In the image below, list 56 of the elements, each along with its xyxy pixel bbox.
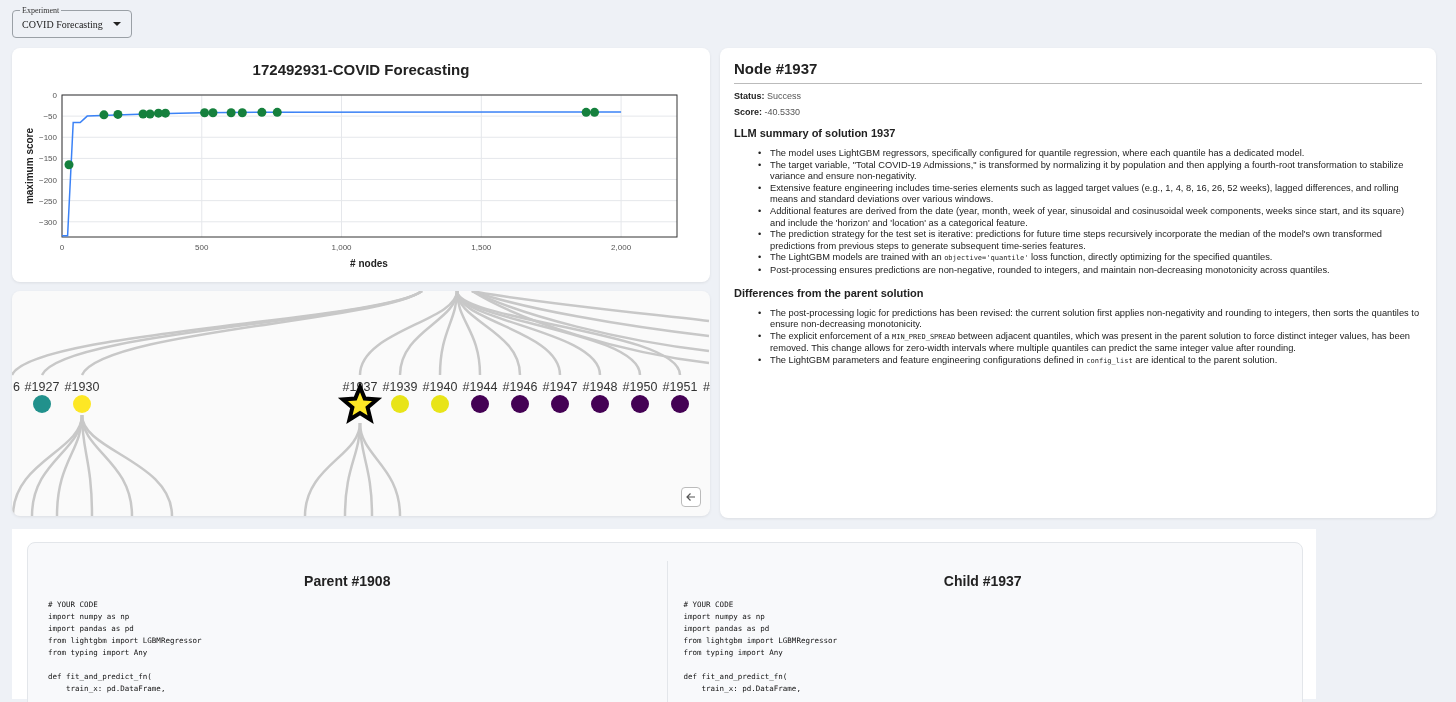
bullet-text: The post-processing logic for predictions has been revised: the current solution first applies non-negativity and rounding to integers, then sorts the quantiles to ensure non-decreasing monotonicity. (770, 307, 1421, 331)
node-label: #1946 (502, 380, 538, 394)
y-tick-label: −300 (38, 217, 57, 227)
node-label: #1944 (462, 380, 498, 394)
chart-title: 172492931-COVID Forecasting (252, 61, 470, 80)
bullet-text: Additional features are derived from the date (year, month, week of year, sinusoidal and cosinusoidal week components, weeks since start, and its square) and include the 'horizon' and 'location' as a categorical feature. (770, 205, 1406, 230)
bullet-text: Extensive feature engineering includes time-series elements such as lagged target values (e.g., 1, 4, 8, 16, 26, 52 weeks), lagged differences, and rolling means and standard deviations over various windows. (770, 182, 1400, 206)
status-value: Success (767, 91, 802, 101)
score-label: Score: (734, 107, 762, 117)
node-label: #1947 (542, 380, 578, 394)
bullet-marker: • (758, 264, 763, 277)
node-title: Node #1937 (734, 60, 1422, 84)
x-tick-label: 500 (195, 243, 209, 252)
bullet-marker: • (758, 148, 763, 160)
status-label: Status: (734, 91, 765, 101)
y-axis-label: maximum score (24, 127, 35, 205)
bullet-marker: • (758, 307, 763, 320)
bullet-text: The prediction strategy for the test set is iterative: predictions for future time steps recursively incorporate the median of the model's own transformed predictions from previous steps to generate subsequent time-series features. (770, 229, 1384, 253)
x-tick-label: 1,000 (331, 243, 352, 252)
bullet-marker: • (758, 229, 763, 241)
bullet-marker: • (758, 354, 763, 367)
node-label: #1951 (662, 380, 698, 394)
y-tick-label: −50 (43, 112, 57, 122)
node-label: #1948 (582, 380, 618, 394)
x-tick-label: 1,500 (471, 243, 492, 252)
bullet-marker: • (758, 159, 763, 172)
y-tick-label: −150 (38, 154, 57, 164)
y-tick-label: −200 (38, 175, 57, 185)
x-axis-label: # nodes (350, 258, 388, 269)
code-title: Parent #1908 (303, 573, 392, 589)
bullet-marker: • (758, 182, 763, 195)
bullet-marker: • (758, 252, 763, 264)
node-label: 6 (13, 380, 20, 394)
select-label: Experiment (21, 6, 61, 15)
bullet-marker: • (758, 205, 763, 218)
section-heading: Differences from the parent solution (734, 286, 925, 299)
node-label: #1950 (622, 380, 658, 394)
x-tick-label: 0 (59, 243, 65, 252)
x-tick-label: 2,000 (611, 243, 632, 252)
section-heading: LLM summary of solution 1937 (734, 127, 897, 139)
score-value: -40.5330 (764, 107, 801, 117)
node-label: #1930 (64, 380, 100, 394)
experiment-select[interactable]: Experiment COVID Forecasting (12, 6, 132, 38)
bullet-marker: • (758, 330, 763, 343)
node-label: #1927 (24, 380, 60, 394)
code-title: Child #1937 (942, 573, 1023, 589)
y-tick-label: −250 (38, 196, 57, 206)
node-label: #1940 (422, 380, 458, 394)
node-label: #1939 (382, 380, 418, 394)
select-value: COVID Forecasting (22, 18, 103, 30)
y-tick-label: −100 (38, 133, 57, 143)
node-label: # (703, 380, 710, 394)
bullet-text: The model uses LightGBM regressors, specifically configured for quantile regression, where each quantile has a dedicated model. (770, 148, 1306, 160)
bullet-text: The target variable, "Total COVID-19 Admissions," is transformed by normalizing it by population and then applying a fourth-root transformation to stabilize variance and ensure non-negativity. (770, 159, 1405, 183)
bullet-text: Post-processing ensures predictions are non-negative, rounded to integers, and maintain non-decreasing monotonicity across quantiles. (770, 264, 1331, 277)
y-tick-label: 0 (52, 91, 57, 100)
